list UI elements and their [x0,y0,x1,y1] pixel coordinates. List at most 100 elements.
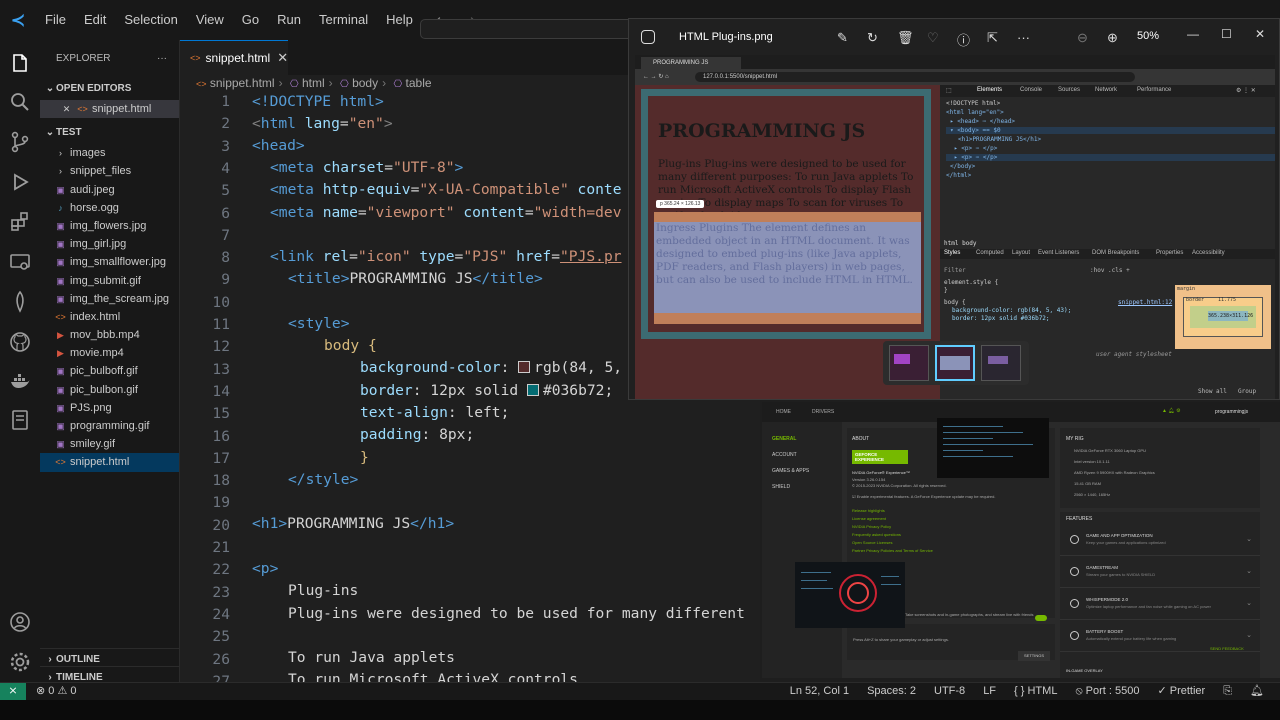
file-tree-item[interactable]: <> index.html [40,308,179,326]
account-icon[interactable] [8,610,32,634]
run-debug-icon[interactable] [8,170,32,194]
devtools-tab-sources[interactable]: Sources [1058,87,1080,93]
file-tree-item[interactable]: ▣ programming.gif [40,417,179,435]
file-tree-item[interactable]: ▶ movie.mp4 [40,344,179,362]
dom-node[interactable]: ▸ <p> ⋯ </p> [954,145,997,152]
file-tree-item[interactable]: ▣ pic_bulbon.gif [40,381,179,399]
css-source-link[interactable]: snippet.html:12 [1118,299,1172,306]
close-icon[interactable]: ✕ [277,50,288,66]
share-icon[interactable]: ⇱ [987,30,998,46]
file-tree-item[interactable]: ▣ img_girl.jpg [40,235,179,253]
menu-view[interactable]: View [187,0,233,40]
subtab-dom-breakpoints[interactable]: DOM Breakpoints [1092,250,1139,256]
filmstrip-thumbnail[interactable] [889,345,929,381]
feature-item[interactable]: GAMESTREAM Stream your games to NVIDIA SH… [1060,558,1260,588]
breadcrumb-item[interactable]: table [406,76,432,90]
menu-selection[interactable]: Selection [115,0,186,40]
file-tree-item[interactable]: ▣ pic_bulboff.gif [40,362,179,380]
styles-filter-options[interactable]: :hov .cls + [1090,267,1130,274]
menu-help[interactable]: Help [377,0,422,40]
browser-tab[interactable]: PROGRAMMING JS [641,57,741,69]
explorer-files-icon[interactable] [8,52,32,76]
github-icon[interactable] [8,330,32,354]
end-of-line[interactable]: LF [983,683,996,700]
devtools-tab-elements[interactable]: Elements [977,87,1002,93]
problems-indicator[interactable]: ⊗ 0 ⚠ 0 [36,683,76,700]
color-swatch[interactable] [518,361,531,373]
zoom-in-icon[interactable]: ⊕ [1107,30,1118,46]
menu-terminal[interactable]: Terminal [310,0,377,40]
nvidia-share-icon[interactable]: ▲ 🔔︎ ⚙ [1162,408,1181,414]
share-toggle[interactable] [1035,615,1047,621]
file-tree-item[interactable]: ▣ img_flowers.jpg [40,217,179,235]
close-icon[interactable]: ✕ [60,100,73,118]
file-tree-item[interactable]: <> snippet.html [40,453,179,472]
experimental-checkbox[interactable]: ☑ Enable experimental features. A GeForc… [852,494,995,499]
subtab-accessibility[interactable]: Accessibility [1192,250,1225,256]
file-tree-item[interactable]: › snippet_files [40,162,179,180]
dom-node-selected[interactable]: ▾ <body> == $0 [946,127,1275,134]
accounts-icon[interactable]: ⎘ [1223,683,1232,700]
nav-general[interactable]: GENERAL [772,436,796,442]
live-server-port[interactable]: ⦸ Port : 5500 [1075,683,1139,700]
indentation[interactable]: Spaces: 2 [867,683,916,700]
file-tree-item[interactable]: › images [40,144,179,162]
menu-run[interactable]: Run [268,0,310,40]
feature-item[interactable]: GAME AND APP OPTIMIZATION Keep your games… [1060,526,1260,556]
menu-edit[interactable]: Edit [75,0,115,40]
link-faq[interactable]: Frequently asked questions [852,532,901,537]
file-tree-item[interactable]: ▣ smiley.gif [40,435,179,453]
devtools-tab-network[interactable]: Network [1095,87,1117,93]
breadcrumb-item[interactable]: body [352,76,378,90]
link-partner-privacy[interactable]: Partner Privacy Policies and Terms of Se… [852,548,933,553]
link-release-highlights[interactable]: Release highlights [852,508,885,513]
favorite-heart-icon[interactable]: ♡ [927,30,939,46]
language-mode[interactable]: { } HTML [1014,683,1057,700]
encoding[interactable]: UTF-8 [934,683,965,700]
mongodb-leaf-icon[interactable] [8,290,32,314]
source-control-icon[interactable] [8,130,32,154]
settings-gear-icon[interactable] [8,650,32,674]
link-privacy[interactable]: NVIDIA Privacy Policy [852,524,891,529]
close-window-icon[interactable]: ✕ [1255,27,1265,41]
extensions-icon[interactable] [8,210,32,234]
file-tree-item[interactable]: ▣ PJS.png [40,399,179,417]
file-tree-item[interactable]: ▣ audi.jpeg [40,181,179,199]
filmstrip-thumbnail[interactable] [981,345,1021,381]
rotate-icon[interactable]: ↻ [867,30,878,46]
file-tree-item[interactable]: ▣ img_smallflower.jpg [40,253,179,271]
prettier-status[interactable]: ✓ Prettier [1157,683,1205,700]
menu-go[interactable]: Go [233,0,268,40]
explorer-more-icon[interactable]: ··· [157,40,167,78]
file-tree-item[interactable]: ▣ img_the_scream.jpg [40,290,179,308]
breadcrumb-item[interactable]: snippet.html [210,76,275,90]
maximize-icon[interactable]: ☐ [1221,27,1232,41]
breadcrumb-item[interactable]: html [302,76,325,90]
dom-node[interactable]: ▸ <head> ⋯ </head> [950,118,1015,125]
nav-games-apps[interactable]: GAMES & APPS [772,468,809,474]
dom-node[interactable]: </body> [950,163,975,170]
nav-drivers[interactable]: DRIVERS [812,409,834,415]
nav-shield[interactable]: SHIELD [772,484,790,490]
devtools-settings-icon[interactable]: ⚙ ⋮ ✕ [1236,87,1256,94]
dom-node[interactable]: ▸ <p> ⋯ </p> [946,154,1275,161]
nav-home[interactable]: HOME [776,409,791,415]
group-checkbox[interactable]: Group [1238,388,1256,395]
remote-explorer-icon[interactable] [8,250,32,274]
minimize-icon[interactable]: — [1187,27,1199,41]
dom-node[interactable]: <html lang="en"> [946,109,1004,116]
open-editors-section[interactable]: ⌄ OPEN EDITORS [40,78,179,100]
menu-file[interactable]: File [36,0,75,40]
dom-node[interactable]: </html> [946,172,971,179]
docker-icon[interactable] [8,370,32,394]
nav-account[interactable]: ACCOUNT [772,452,797,458]
styles-filter-input[interactable]: Filter [944,267,966,274]
info-icon[interactable]: ⓘ [957,30,970,49]
css-prop-bg[interactable]: background-color: rgb(84, 5, 43); [952,307,1071,314]
notifications-bell-icon[interactable]: 🔔︎ [1250,683,1264,700]
link-license[interactable]: License agreement [852,516,886,521]
file-tree-item[interactable]: ▣ img_submit.gif [40,272,179,290]
zoom-level[interactable]: 50% [1137,30,1159,42]
subtab-layout[interactable]: Layout [1012,250,1030,256]
subtab-styles[interactable]: Styles [944,250,960,256]
